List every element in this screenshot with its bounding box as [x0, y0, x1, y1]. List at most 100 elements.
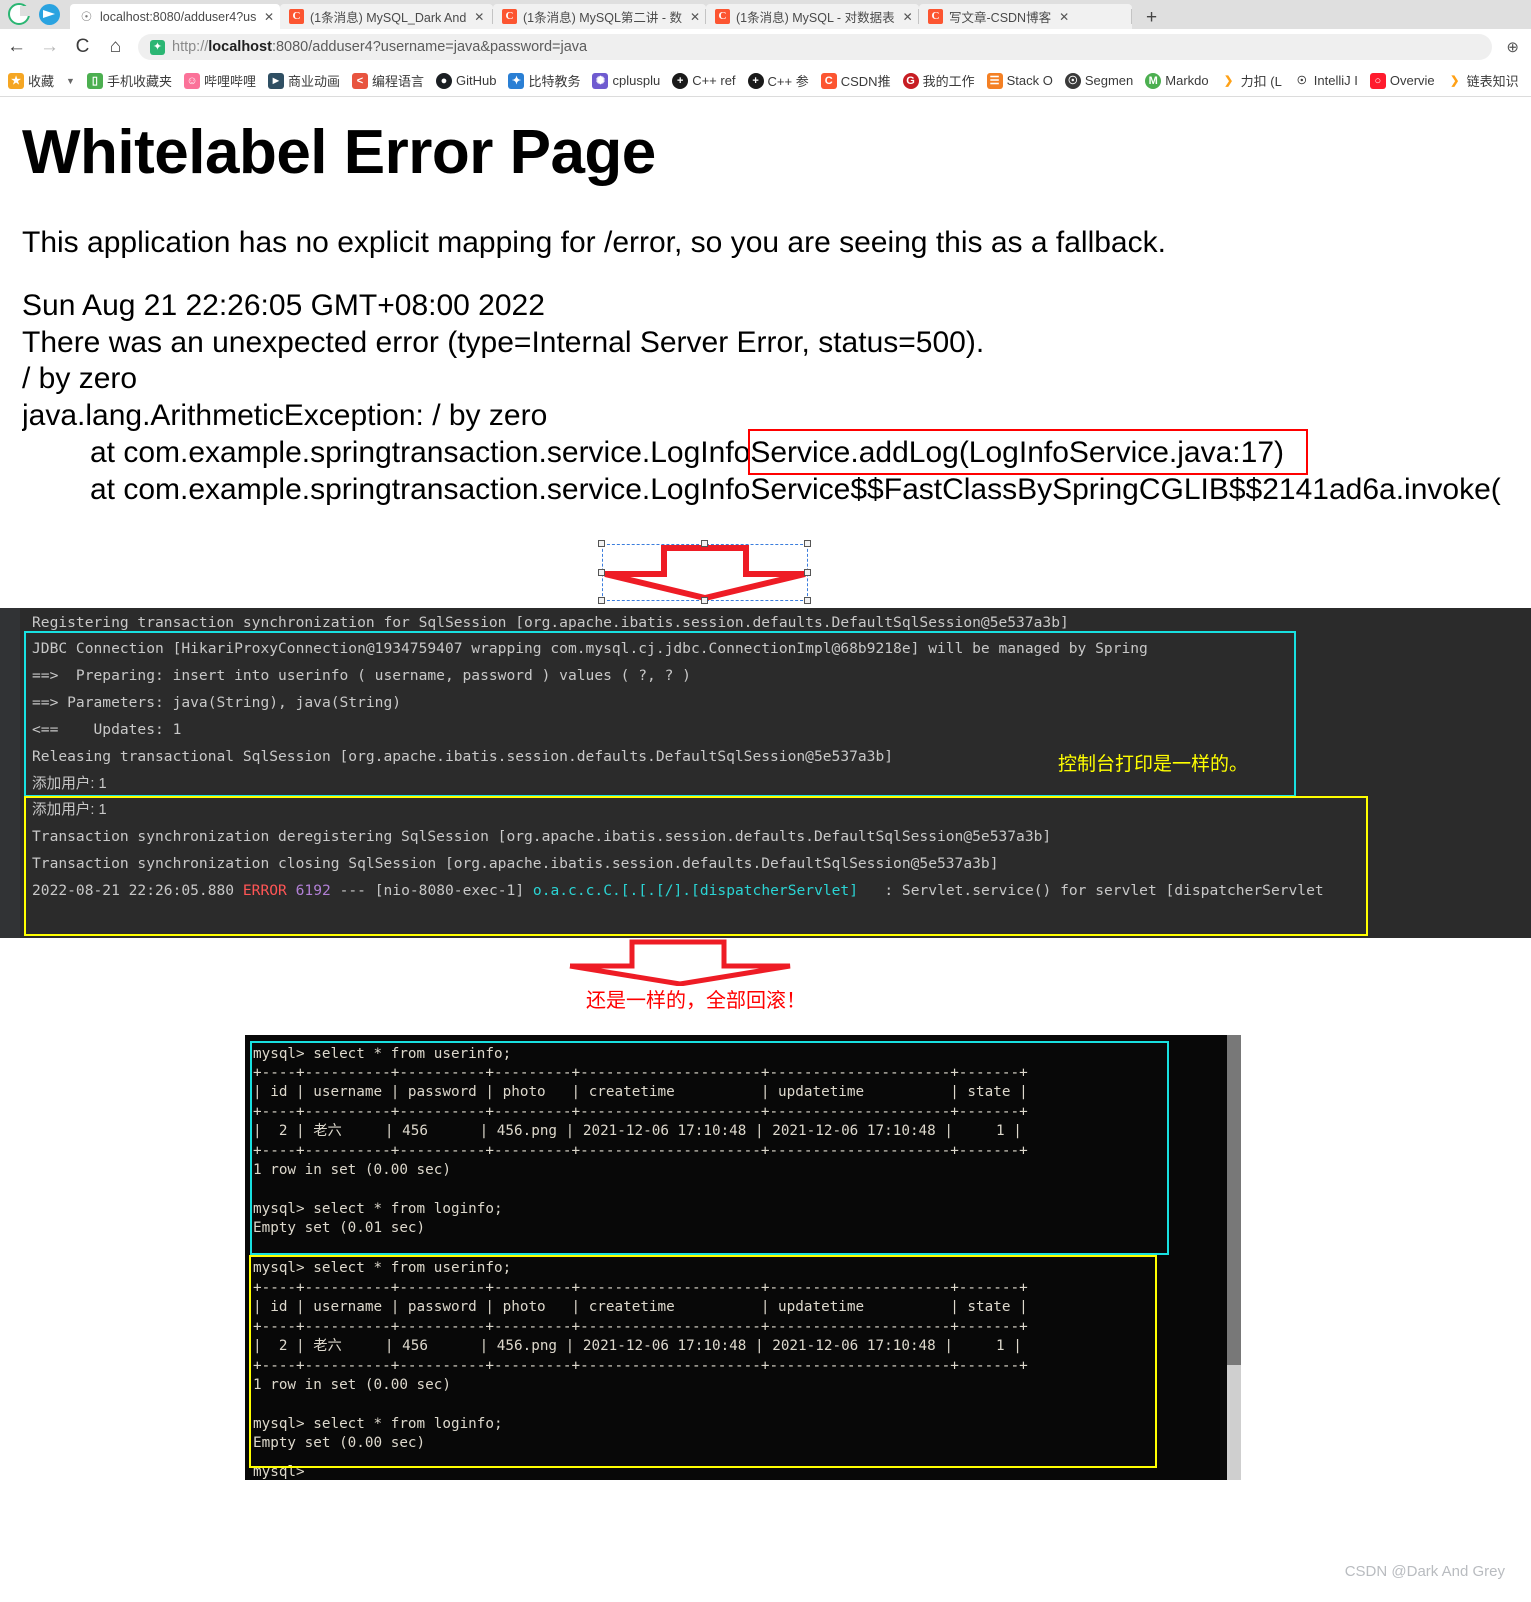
bookmark-item[interactable]: ● GitHub — [436, 72, 497, 89]
markdown-icon: M — [1145, 72, 1162, 89]
csdn-icon: C — [289, 9, 304, 24]
bookmark-label: Segmen — [1084, 73, 1134, 88]
csdn-icon: C — [820, 72, 837, 89]
bookmark-item[interactable]: M Markdo — [1145, 72, 1209, 89]
yellow-annotation-box-console — [24, 796, 1368, 936]
watermark: CSDN @Dark And Grey — [1344, 1563, 1505, 1580]
bookmark-favorites[interactable]: ★ 收藏 — [8, 71, 54, 90]
idea-console-output[interactable]: Registering transaction synchronization … — [0, 608, 1531, 938]
back-button[interactable]: ← — [0, 36, 33, 58]
csdn-icon: C — [502, 9, 517, 24]
whitelabel-error-page: Whitelabel Error Page This application h… — [0, 98, 1531, 509]
bookmark-item[interactable]: ► 商业动画 — [267, 71, 340, 90]
forward-button[interactable]: → — [33, 36, 66, 58]
bookmark-item[interactable]: ☉ IntelliJ I — [1293, 72, 1358, 89]
browser-tab-0[interactable]: ☉ localhost:8080/adduser4?us ✕ — [70, 4, 280, 29]
bookmark-item[interactable]: ▯ 手机收藏夹 — [86, 71, 172, 90]
error-detail: / by zero — [22, 362, 138, 396]
browser-tab-4[interactable]: C 写文章-CSDN博客 ✕ — [919, 4, 1132, 29]
tab-divider — [1131, 9, 1132, 24]
selection-handle[interactable] — [804, 540, 811, 547]
bookmark-label: 比特教务 — [528, 74, 581, 89]
bookmark-label: 收藏 — [28, 74, 55, 89]
down-arrow-shape-2 — [566, 938, 794, 987]
browser-tab-2[interactable]: C (1条消息) MySQL第二讲 - 数 ✕ — [493, 4, 706, 29]
selection-handle[interactable] — [701, 597, 708, 604]
url-scheme: http:// — [172, 39, 209, 55]
bookmark-item[interactable]: ☺ 哔哩哔哩 — [183, 71, 256, 90]
bookmark-item[interactable]: ❯ 力扣 (L — [1220, 71, 1282, 90]
bookmark-label: CSDN推 — [840, 74, 891, 89]
bookmark-label: C++ ref — [692, 73, 736, 88]
bookmark-item[interactable]: ✺ cplusplu — [592, 72, 660, 89]
bookmark-label: Markdo — [1165, 73, 1209, 88]
yellow-annotation-box-mysql — [249, 1255, 1157, 1468]
bookmark-item[interactable]: G 我的工作 — [902, 71, 975, 90]
bookmark-item[interactable]: + C++ ref — [672, 72, 736, 89]
gitee-icon: G — [902, 72, 919, 89]
bookmark-item[interactable]: C CSDN推 — [820, 71, 891, 90]
scrollbar-thumb[interactable] — [1227, 1035, 1241, 1365]
bookmark-label: GitHub — [456, 73, 497, 88]
edge-logo-icon — [8, 3, 30, 25]
error-exception: java.lang.ArithmeticException: / by zero — [22, 399, 548, 433]
csdn-icon: C — [715, 9, 730, 24]
browser-tab-3[interactable]: C (1条消息) MySQL - 对数据表 ✕ — [706, 4, 919, 29]
down-arrow-shape-selected[interactable] — [598, 540, 811, 604]
selection-handle[interactable] — [598, 569, 605, 576]
tab-close-icon[interactable]: ✕ — [264, 10, 274, 24]
bit-icon: ✦ — [508, 72, 525, 89]
bookmark-item[interactable]: ✦ 比特教务 — [508, 71, 580, 90]
bookmark-label: IntelliJ I — [1313, 73, 1358, 88]
globe-icon: ☉ — [80, 9, 93, 24]
tab-close-icon[interactable]: ✕ — [690, 10, 700, 24]
bookmark-label: 编程语言 — [371, 74, 424, 89]
video-icon: ► — [267, 72, 284, 89]
selection-handle[interactable] — [598, 540, 605, 547]
selection-handle[interactable] — [804, 597, 811, 604]
address-bar[interactable]: ✦ http://localhost:8080/adduser4?usernam… — [138, 34, 1493, 60]
browser-tab-title: 写文章-CSDN博客 — [949, 11, 1052, 25]
bilibili-icon: ☺ — [183, 72, 200, 89]
bookmark-item[interactable]: ☰ Stack O — [986, 72, 1053, 89]
browser-tab-title: (1条消息) MySQL_Dark And — [310, 11, 467, 25]
terminal-scrollbar[interactable] — [1227, 1035, 1241, 1480]
selection-handle[interactable] — [598, 597, 605, 604]
zoom-icon[interactable]: ⊕ — [1506, 38, 1531, 56]
bookmark-item[interactable]: < 编程语言 — [351, 71, 424, 90]
error-timestamp: Sun Aug 21 22:26:05 GMT+08:00 2022 — [22, 288, 545, 322]
tab-close-icon[interactable]: ✕ — [903, 10, 913, 24]
error-intro: This application has no explicit mapping… — [22, 226, 1166, 260]
bookmark-label: 链表知识 — [1466, 74, 1519, 89]
bookmark-item[interactable]: + C++ 参 — [747, 71, 809, 90]
leetcode-icon: ❯ — [1220, 72, 1237, 89]
bookmark-label: Overvie — [1389, 73, 1435, 88]
selection-rectangle — [602, 544, 808, 601]
selection-handle[interactable] — [804, 569, 811, 576]
arrow-caption-annotation: 还是一样的，全部回滚！ — [586, 990, 806, 1012]
reload-button[interactable]: C — [66, 36, 99, 58]
bookmark-label: C++ 参 — [767, 74, 809, 89]
bookmark-label: 哔哩哔哩 — [203, 74, 256, 89]
browser-tab-1[interactable]: C (1条消息) MySQL_Dark And ✕ — [280, 4, 493, 29]
chevron-down-icon[interactable]: ▼ — [66, 76, 75, 86]
stackoverflow-icon: ☰ — [986, 72, 1003, 89]
bookmarks-bar: ★ 收藏 ▼ ▯ 手机收藏夹 ☺ 哔哩哔哩 ► 商业动画 < 编程语言 ● GitHub … — [0, 65, 1531, 97]
console-gutter — [0, 608, 20, 938]
bookmark-item[interactable]: ❯ 链表知识 — [1446, 71, 1519, 90]
selection-handle[interactable] — [701, 540, 708, 547]
cppref-icon: + — [747, 72, 764, 89]
csdn-icon: C — [928, 9, 943, 24]
intellij-icon: ☉ — [1293, 72, 1310, 89]
bookmark-item[interactable]: ○ Overvie — [1369, 72, 1435, 89]
bookmark-label: Stack O — [1006, 73, 1053, 88]
home-button[interactable]: ⌂ — [99, 36, 132, 58]
tab-close-icon[interactable]: ✕ — [474, 10, 484, 24]
browser-brand-icons — [0, 3, 70, 29]
segmentfault-icon: ☉ — [1064, 72, 1081, 89]
new-tab-button[interactable]: + — [1132, 8, 1171, 29]
bookmark-item[interactable]: ☉ Segmen — [1064, 72, 1134, 89]
url-path: :8080/adduser4?username=java&password=ja… — [271, 39, 588, 55]
tab-close-icon[interactable]: ✕ — [1059, 10, 1069, 24]
page-title: Whitelabel Error Page — [22, 118, 656, 187]
